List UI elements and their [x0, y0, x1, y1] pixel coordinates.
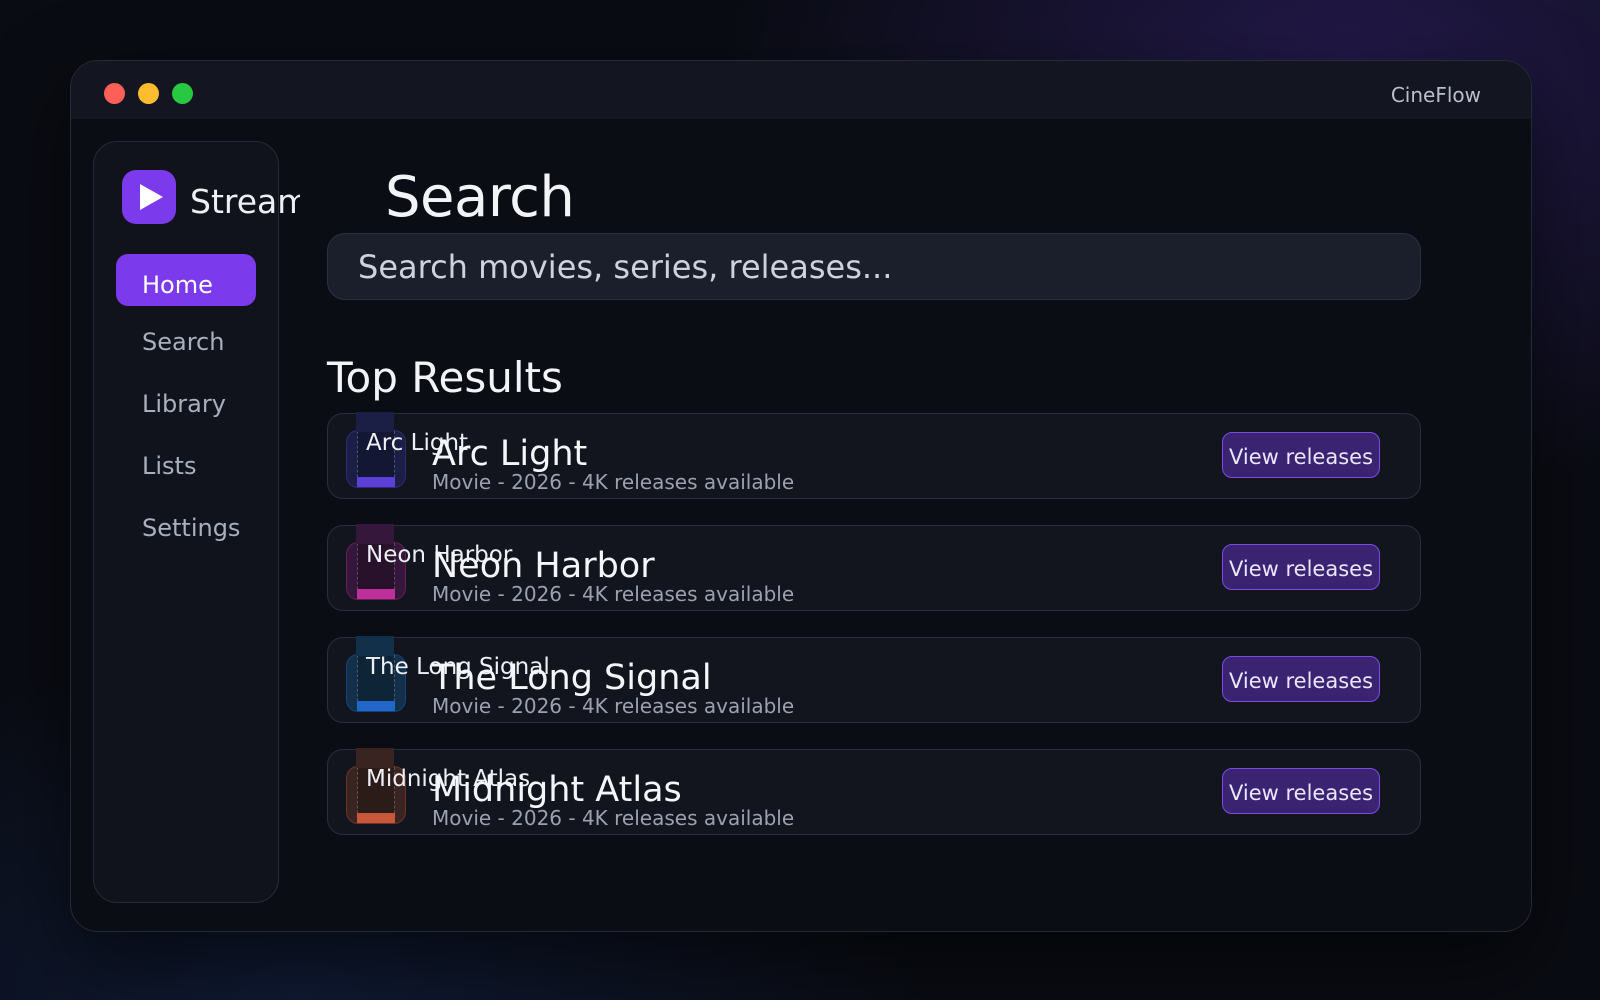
- poster-top: [356, 524, 394, 544]
- result-meta: Movie - 2026 - 4K releases available: [432, 806, 795, 830]
- result-meta: Movie - 2026 - 4K releases available: [432, 694, 795, 718]
- play-icon: [122, 170, 176, 224]
- view-releases-button[interactable]: View releases: [1222, 544, 1380, 590]
- result-meta: Movie - 2026 - 4K releases available: [432, 470, 795, 494]
- results-list: Arc Light Arc Light Movie - 2026 - 4K re…: [327, 412, 1421, 861]
- sidebar-item-home[interactable]: Home: [116, 254, 256, 306]
- close-window-button[interactable]: [104, 83, 125, 104]
- result-row[interactable]: Neon Harbor Neon Harbor Movie - 2026 - 4…: [327, 524, 1421, 611]
- result-title: Arc Light: [432, 434, 588, 474]
- result-row[interactable]: Midnight Atlas Midnight Atlas Movie - 20…: [327, 748, 1421, 835]
- poster-bar: [357, 813, 395, 823]
- sidebar-item-lists[interactable]: Lists: [116, 440, 256, 492]
- minimize-window-button[interactable]: [138, 83, 159, 104]
- zoom-window-button[interactable]: [172, 83, 193, 104]
- result-title: The Long Signal: [432, 658, 712, 698]
- sidebar-item-settings[interactable]: Settings: [116, 502, 256, 554]
- poster-top: [356, 748, 394, 768]
- search-input[interactable]: [358, 248, 1398, 286]
- poster-top: [356, 412, 394, 432]
- brand-name: Stream: [190, 182, 300, 221]
- sidebar-item-library[interactable]: Library: [116, 378, 256, 430]
- search-box: [327, 233, 1421, 300]
- result-meta: Movie - 2026 - 4K releases available: [432, 582, 795, 606]
- page-title: Search: [385, 165, 575, 230]
- app-title: CineFlow: [1390, 83, 1481, 107]
- result-row[interactable]: The Long Signal The Long Signal Movie - …: [327, 636, 1421, 723]
- view-releases-button[interactable]: View releases: [1222, 656, 1380, 702]
- sidebar: Stream Home Search Library Lists Setting…: [93, 141, 300, 903]
- title-bar: CineFlow: [71, 61, 1531, 119]
- poster-bar: [357, 701, 395, 711]
- sidebar-nav: Home Search Library Lists Settings: [116, 254, 256, 564]
- sidebar-item-search[interactable]: Search: [116, 316, 256, 368]
- section-title: Top Results: [327, 353, 563, 402]
- view-releases-button[interactable]: View releases: [1222, 768, 1380, 814]
- result-title: Midnight Atlas: [432, 770, 682, 810]
- result-title: Neon Harbor: [432, 546, 655, 586]
- result-row[interactable]: Arc Light Arc Light Movie - 2026 - 4K re…: [327, 412, 1421, 499]
- poster-bar: [357, 589, 395, 599]
- poster-top: [356, 636, 394, 656]
- view-releases-button[interactable]: View releases: [1222, 432, 1380, 478]
- app-window: CineFlow Stream Home Search Library List…: [70, 60, 1532, 932]
- poster-bar: [357, 477, 395, 487]
